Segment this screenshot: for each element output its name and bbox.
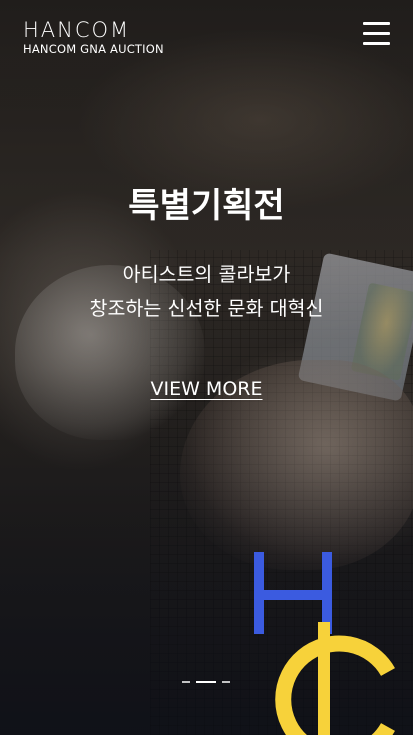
hero-title: 특별기획전	[128, 186, 285, 226]
hero-subtitle-line: 아티스트의 콜라보가	[122, 263, 291, 286]
brand-mark-c	[275, 635, 395, 735]
brand-mark-c-bar	[318, 622, 330, 735]
brand-mark-h	[254, 552, 332, 634]
site-logo[interactable]: HANCOM HANCOM GNA AUCTION	[23, 18, 164, 57]
menu-bar	[363, 22, 390, 25]
menu-bar	[363, 32, 390, 35]
logo-subtitle: HANCOM GNA AUCTION	[23, 42, 164, 56]
pagination-dash-active[interactable]	[196, 681, 216, 683]
pagination-dash[interactable]	[182, 681, 190, 683]
view-more-link[interactable]: VIEW MORE	[151, 378, 263, 400]
menu-bar	[363, 42, 390, 45]
hero-subtitle-line: 창조하는 신선한 문화 대혁신	[89, 297, 324, 320]
hc-brand-mark	[254, 552, 395, 735]
view-more-wrapper: VIEW MORE	[0, 378, 413, 400]
hamburger-menu-icon[interactable]	[363, 22, 390, 45]
logo-wordmark: HANCOM	[23, 18, 131, 42]
hero-subtitle: 아티스트의 콜라보가 창조하는 신선한 문화 대혁신	[0, 258, 413, 326]
pagination-dash[interactable]	[222, 681, 230, 683]
